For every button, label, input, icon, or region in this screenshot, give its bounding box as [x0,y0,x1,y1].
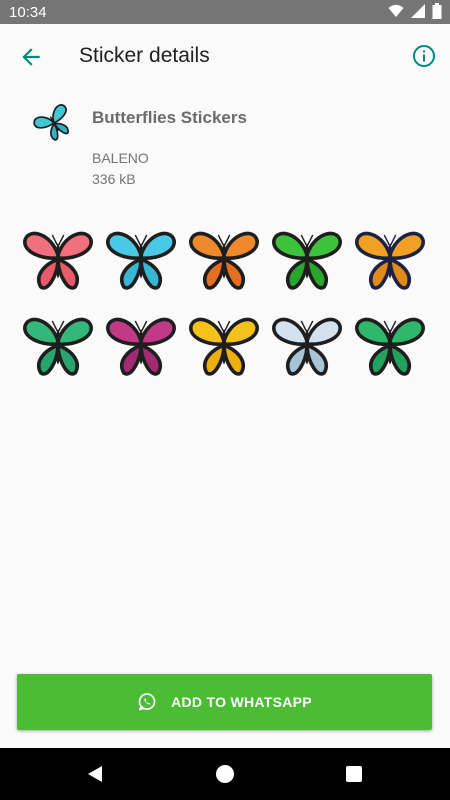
sticker-item[interactable] [354,222,426,294]
butterfly-sticker-image [355,231,425,290]
sticker-item[interactable] [105,308,177,380]
status-icons [388,3,442,19]
sticker-item[interactable] [271,308,343,380]
butterfly-sticker-image [355,317,425,376]
butterfly-sticker-image [272,231,342,290]
app-bar: Sticker details [0,24,450,90]
signal-icon [411,4,425,18]
pack-publisher: BALENO [92,150,149,166]
navigation-bar [0,748,450,800]
butterfly-sticker-image [106,231,176,290]
butterfly-sticker-image [23,231,93,290]
butterfly-sticker-image [272,317,342,376]
sticker-item[interactable] [22,222,94,294]
pack-name: Butterflies Stickers [92,108,247,127]
nav-home-icon[interactable] [216,765,234,783]
nav-back-icon[interactable] [86,765,104,783]
sticker-grid [22,222,432,380]
butterfly-sticker-image [23,317,93,376]
nav-recent-apps-icon[interactable] [346,766,362,782]
butterfly-sticker-image [189,231,259,290]
sticker-item[interactable] [188,222,260,294]
sticker-item[interactable] [22,308,94,380]
back-arrow-icon[interactable] [18,44,44,70]
add-button-label: ADD TO WHATSAPP [171,694,312,710]
info-icon[interactable] [412,44,436,68]
sticker-item[interactable] [188,308,260,380]
add-to-whatsapp-button[interactable]: ADD TO WHATSAPP [17,674,432,730]
butterfly-sticker-image [189,317,259,376]
wifi-icon [388,4,404,17]
sticker-item[interactable] [354,308,426,380]
whatsapp-icon [138,693,156,711]
pack-size: 336 kB [92,171,136,187]
pack-tray-icon [33,104,69,141]
sticker-item[interactable] [105,222,177,294]
status-bar: 10:34 [0,0,450,24]
sticker-item[interactable] [271,222,343,294]
butterfly-sticker-image [106,317,176,376]
battery-icon [432,3,442,19]
status-time: 10:34 [9,4,47,21]
page-title: Sticker details [79,44,210,67]
